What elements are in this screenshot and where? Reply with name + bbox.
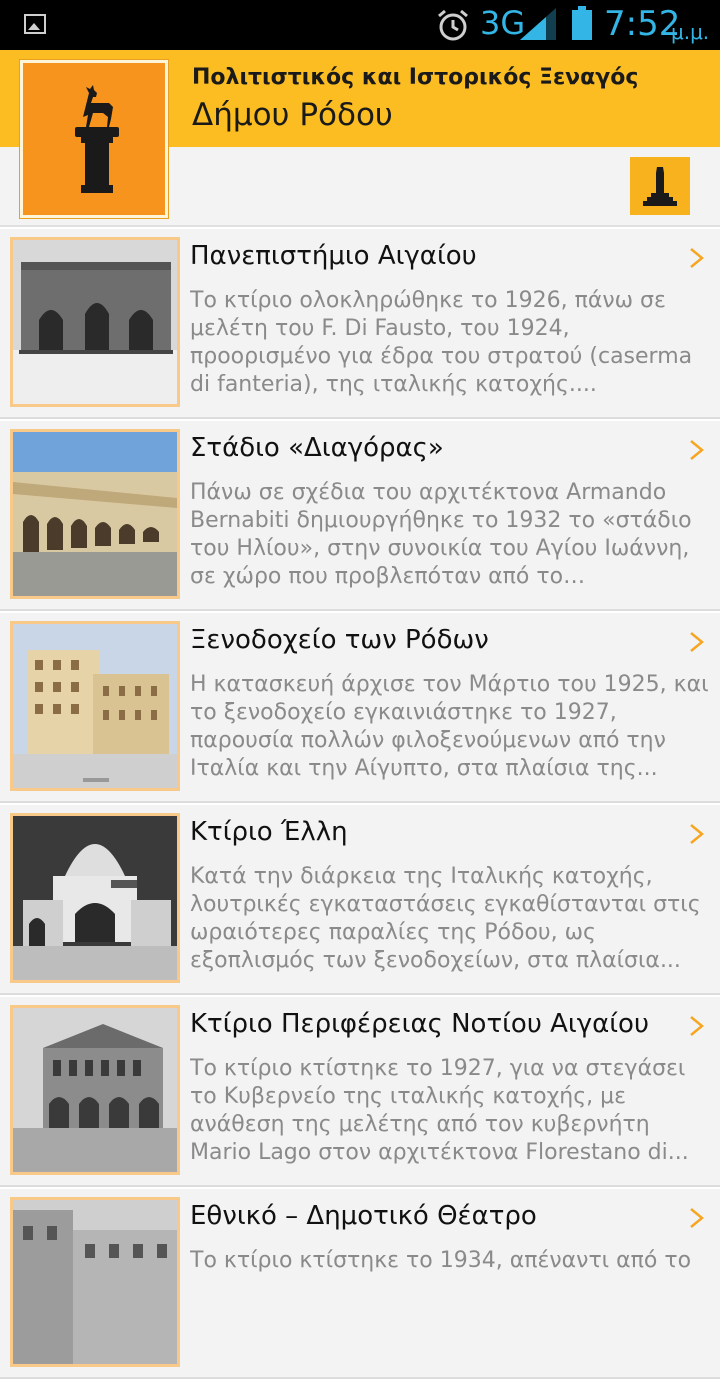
- list-item[interactable]: Εθνικό – Δημοτικό Θέατρο Το κτίριο κτίστ…: [0, 1189, 720, 1379]
- list-item[interactable]: Κτίριο Περιφέρειας Νοτίου Αιγαίου Το κτί…: [0, 997, 720, 1187]
- chevron-right-icon: [690, 632, 704, 652]
- site-description: Το κτίριο κτίστηκε το 1934, απέναντι από…: [190, 1248, 692, 1273]
- site-title: Στάδιο «Διαγόρας»: [190, 433, 444, 463]
- signal-strength-icon: [520, 8, 556, 40]
- monument-button[interactable]: [630, 157, 690, 215]
- monument-icon: [643, 167, 677, 206]
- battery-icon: [572, 6, 592, 40]
- site-title: Κτίριο Έλλη: [190, 817, 348, 847]
- header-title-line1: Πολιτιστικός και Ιστορικός Ξεναγός: [192, 65, 639, 90]
- site-thumbnail: [10, 1005, 180, 1175]
- site-description: Το κτίριο κτίστηκε το 1927, για να στεγά…: [190, 1056, 689, 1165]
- deer-column-logo-icon: [75, 85, 119, 193]
- site-thumbnail: [10, 813, 180, 983]
- site-thumbnail: [10, 1197, 180, 1367]
- site-description: Το κτίριο ολοκληρώθηκε το 1926, πάνω σε …: [190, 288, 693, 397]
- image-notification-icon: [24, 14, 46, 34]
- app-logo: [20, 60, 168, 218]
- header-title-line2: Δήμου Ρόδου: [192, 97, 393, 133]
- site-description: Πάνω σε σχέδια του αρχιτέκτονα Armando B…: [190, 480, 692, 589]
- list-item[interactable]: Ξενοδοχείο των Ρόδων Η κατασκευή άρχισε …: [0, 613, 720, 803]
- site-title: Εθνικό – Δημοτικό Θέατρο: [190, 1201, 537, 1231]
- list-item[interactable]: Στάδιο «Διαγόρας» Πάνω σε σχέδια του αρχ…: [0, 421, 720, 611]
- site-description: Η κατασκευή άρχισε τον Μάρτιο του 1925, …: [190, 672, 709, 781]
- clock-ampm: μ.μ.: [671, 20, 710, 44]
- site-thumbnail: [10, 237, 180, 407]
- site-title: Κτίριο Περιφέρειας Νοτίου Αιγαίου: [190, 1009, 649, 1039]
- chevron-right-icon: [690, 440, 704, 460]
- site-thumbnail: [10, 429, 180, 599]
- alarm-clock-icon: [438, 9, 468, 41]
- chevron-right-icon: [690, 824, 704, 844]
- chevron-right-icon: [690, 1016, 704, 1036]
- site-title: Πανεπιστήμιο Αιγαίου: [190, 241, 477, 271]
- network-type: 3G: [480, 4, 526, 42]
- list-item[interactable]: Κτίριο Έλλη Κατά την διάρκεια της Ιταλικ…: [0, 805, 720, 995]
- list-item[interactable]: Πανεπιστήμιο Αιγαίου Το κτίριο ολοκληρώθ…: [0, 229, 720, 419]
- site-title: Ξενοδοχείο των Ρόδων: [190, 625, 489, 655]
- chevron-right-icon: [690, 248, 704, 268]
- chevron-right-icon: [690, 1208, 704, 1228]
- status-bar: 3G 7:52 μ.μ.: [0, 0, 720, 50]
- site-description: Κατά την διάρκεια της Ιταλικής κατοχής, …: [190, 864, 701, 973]
- clock-time: 7:52: [604, 4, 681, 44]
- site-thumbnail: [10, 621, 180, 791]
